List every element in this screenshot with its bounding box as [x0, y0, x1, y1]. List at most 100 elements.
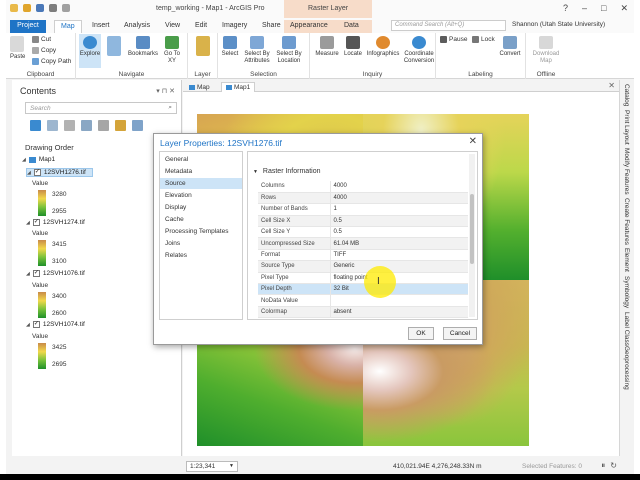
nav-metadata[interactable]: Metadata	[160, 166, 242, 177]
measure-button[interactable]: Measure	[314, 36, 340, 58]
tab-geoprocessing[interactable]: Geoprocessing	[623, 346, 630, 390]
layer-item-12svh1274[interactable]: ◢ ✓ 12SVH1274.tif	[26, 219, 85, 226]
collapse-icon[interactable]: ◢	[26, 220, 30, 226]
ok-button[interactable]: OK	[408, 327, 434, 340]
collapse-icon[interactable]: ◢	[26, 322, 30, 328]
collapse-icon[interactable]: ◢	[27, 170, 31, 176]
refresh-icon[interactable]: ↻	[610, 461, 617, 471]
new-project-icon[interactable]	[10, 4, 18, 12]
close-icon[interactable]: ✕	[469, 136, 477, 147]
pause-drawing-icon[interactable]: ⏸	[601, 461, 605, 471]
collapse-icon[interactable]: ◢	[26, 271, 30, 277]
tab-imagery[interactable]: Imagery	[216, 20, 253, 33]
infographics-button[interactable]: Infographics	[366, 36, 400, 58]
cancel-button[interactable]: Cancel	[443, 327, 477, 340]
map-scale-selector[interactable]: 1:23,341 ▼	[186, 461, 238, 472]
tab-modify-features[interactable]: Modify Features	[623, 148, 630, 195]
add-data-button[interactable]	[196, 36, 210, 58]
list-by-perspective-icon[interactable]	[132, 120, 143, 131]
list-by-selection-icon[interactable]	[64, 120, 75, 131]
contents-pane-controls[interactable]: ▾ ⊓ ✕	[156, 87, 175, 95]
tab-map1-view[interactable]: Map1	[221, 82, 256, 92]
close-map-tab-icon[interactable]: ✕	[608, 81, 615, 90]
copy-path-button[interactable]: Copy Path	[32, 58, 71, 65]
nav-cache[interactable]: Cache	[160, 214, 242, 225]
lock-button[interactable]: Lock	[472, 36, 495, 43]
tab-print-layout[interactable]: Print Layout	[623, 110, 630, 145]
tab-catalog[interactable]: Catalog	[623, 84, 630, 106]
layer-item-12svh1076[interactable]: ◢ ✓ 12SVH1076.tif	[26, 270, 85, 277]
redo-icon[interactable]	[62, 4, 70, 12]
convert-button[interactable]: Convert	[498, 36, 522, 58]
tab-map[interactable]: Map	[54, 20, 82, 33]
section-collapse-icon[interactable]: ▼	[253, 169, 258, 175]
nav-general[interactable]: General	[160, 154, 242, 165]
pause-button[interactable]: Pause	[440, 36, 467, 43]
minimize-button[interactable]: –	[582, 3, 587, 14]
list-by-snapping-icon[interactable]	[98, 120, 109, 131]
help-button[interactable]: ?	[563, 3, 568, 14]
cut-button[interactable]: Cut	[32, 36, 51, 43]
nav-relates[interactable]: Relates	[160, 250, 242, 261]
tab-create-features[interactable]: Create Features	[623, 198, 630, 245]
paste-button[interactable]: Paste	[10, 36, 25, 61]
undo-icon[interactable]	[49, 4, 57, 12]
select-by-location-label: Select By Location	[276, 51, 302, 64]
download-map-button[interactable]: Download Map	[528, 36, 564, 64]
tab-appearance[interactable]: Appearance	[284, 20, 338, 33]
go-to-xy-button[interactable]: Go To XY	[160, 36, 184, 64]
list-by-drawing-order-icon[interactable]	[30, 120, 41, 131]
tab-project[interactable]: Project	[10, 20, 46, 33]
locate-button[interactable]: Locate	[342, 36, 364, 58]
open-project-icon[interactable]	[23, 4, 31, 12]
command-search-input[interactable]: Command Search (Alt+Q)	[391, 20, 506, 31]
maximize-button[interactable]: □	[601, 3, 606, 14]
copy-path-label: Copy Path	[41, 58, 72, 65]
coordinate-conversion-button[interactable]: Coordinate Conversion	[402, 36, 436, 64]
collapse-icon[interactable]: ◢	[22, 157, 26, 163]
select-button[interactable]: Select	[220, 36, 240, 58]
bookmarks-button[interactable]: Bookmarks	[128, 36, 158, 58]
cursor-highlight	[364, 266, 396, 298]
tab-data[interactable]: Data	[338, 20, 372, 33]
nav-processing-templates[interactable]: Processing Templates	[160, 226, 242, 237]
tab-insert[interactable]: Insert	[86, 20, 116, 33]
select-by-location-button[interactable]: Select By Location	[274, 36, 304, 64]
layer-visibility-checkbox[interactable]: ✓	[32, 219, 40, 226]
layer-visibility-checkbox[interactable]: ✓	[32, 321, 40, 328]
property-row-selected[interactable]: Pixel Depth 32 Bit	[258, 283, 468, 296]
panel-scrollbar[interactable]	[469, 154, 475, 317]
copy-button[interactable]: Copy	[32, 47, 56, 54]
zoom-tools[interactable]	[104, 36, 124, 58]
nav-source[interactable]: Source	[160, 178, 242, 189]
raster-information-section[interactable]: ▼ Raster Information	[253, 168, 321, 175]
map-node[interactable]: ◢ Map1	[22, 156, 55, 163]
contents-search-input[interactable]: Search ⌕	[25, 102, 177, 114]
tab-view[interactable]: View	[159, 20, 186, 33]
layer-item-12svh1074[interactable]: ◢ ✓ 12SVH1074.tif	[26, 321, 85, 328]
nav-joins[interactable]: Joins	[160, 238, 242, 249]
layer-visibility-checkbox[interactable]: ✓	[33, 169, 41, 176]
list-by-labeling-icon[interactable]	[115, 120, 126, 131]
tab-analysis[interactable]: Analysis	[118, 20, 156, 33]
layer-item-12svh1276[interactable]: ◢ ✓ 12SVH1276.tif	[26, 168, 93, 177]
close-window-button[interactable]: ✕	[620, 3, 628, 14]
color-ramp-swatch	[38, 190, 46, 216]
tab-symbology[interactable]: Symbology	[623, 276, 630, 308]
tab-edit[interactable]: Edit	[189, 20, 213, 33]
explore-button[interactable]: Explore	[79, 34, 101, 68]
tab-element[interactable]: Element	[623, 248, 630, 272]
nav-display[interactable]: Display	[160, 202, 242, 213]
tab-label-class[interactable]: Label Class	[623, 312, 630, 346]
scrollbar-thumb[interactable]	[470, 194, 474, 264]
tab-map-view[interactable]: Map	[185, 82, 214, 92]
select-by-attributes-button[interactable]: Select By Attributes	[242, 36, 272, 64]
save-icon[interactable]	[36, 4, 44, 12]
tab-share[interactable]: Share	[256, 20, 287, 33]
layer-visibility-checkbox[interactable]: ✓	[32, 270, 40, 277]
nav-elevation[interactable]: Elevation	[160, 190, 242, 201]
copy-path-icon	[32, 58, 39, 65]
user-account[interactable]: Shannon (Utah State University)	[512, 21, 605, 28]
list-by-source-icon[interactable]	[47, 120, 58, 131]
list-by-editing-icon[interactable]	[81, 120, 92, 131]
